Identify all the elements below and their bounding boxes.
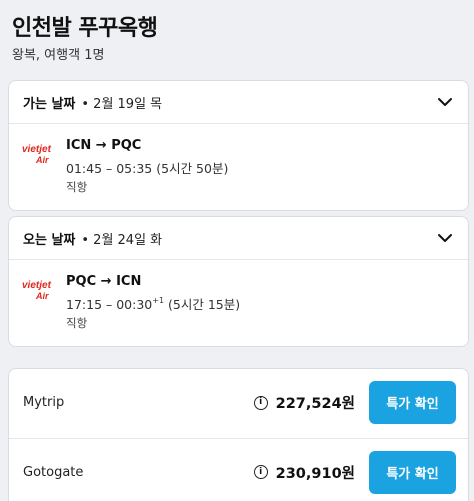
outbound-times: 01:45 – 05:35 (5시간 50분) [66, 161, 229, 176]
outbound-label: 가는 날짜 [23, 96, 76, 112]
svg-text:vietjet: vietjet [22, 280, 52, 291]
svg-text:Air: Air [35, 155, 49, 165]
offers-list: Mytrip i 227,524원 특가 확인 Gotogate i 230,9… [8, 368, 469, 501]
outbound-stops: 직항 [66, 180, 88, 194]
inbound-route: PQC → ICN [66, 274, 142, 289]
inbound-date: • 2월 24일 화 [81, 232, 163, 248]
info-icon[interactable]: i [253, 395, 268, 410]
inbound-label: 오는 날짜 [23, 232, 76, 248]
next-day-indicator: +1 [152, 296, 165, 305]
vietjet-logo-icon: vietjet Air [22, 144, 52, 165]
outbound-card: 가는 날짜 • 2월 19일 목 vietjet Air ICN → PQC 0… [8, 80, 469, 211]
info-icon[interactable]: i [253, 465, 268, 479]
outbound-header[interactable]: 가는 날짜 • 2월 19일 목 [9, 81, 468, 124]
view-deal-button[interactable]: 특가 확인 [369, 381, 456, 424]
offer-price: 230,910원 [275, 465, 355, 482]
flight-details-page: 인천발 푸꾸옥행 왕복, 여행객 1명 가는 날짜 • 2월 19일 목 vie… [0, 0, 474, 501]
svg-text:vietjet: vietjet [22, 144, 52, 155]
inbound-header[interactable]: 오는 날짜 • 2월 24일 화 [9, 217, 468, 260]
outbound-date: • 2월 19일 목 [81, 96, 163, 112]
offer-provider: Gotogate [23, 464, 84, 480]
chevron-down-icon[interactable] [436, 93, 454, 111]
outbound-route: ICN → PQC [66, 138, 142, 153]
inbound-times: 17:15 – 00:30+1 (5시간 15분) [66, 296, 241, 312]
page-title: 인천발 푸꾸옥행 [12, 16, 158, 41]
offer-row: Gotogate i 230,910원 특가 확인 [9, 438, 468, 501]
svg-text:Air: Air [35, 291, 49, 301]
view-deal-button[interactable]: 특가 확인 [369, 450, 456, 494]
chevron-down-icon[interactable] [436, 229, 454, 247]
outbound-flight[interactable]: vietjet Air ICN → PQC 01:45 – 05:35 (5시간… [9, 124, 468, 210]
inbound-card: 오는 날짜 • 2월 24일 화 vietjet Air PQC → ICN 1… [8, 216, 469, 347]
offer-provider: Mytrip [23, 395, 65, 410]
vietjet-logo-icon: vietjet Air [22, 280, 52, 301]
inbound-flight[interactable]: vietjet Air PQC → ICN 17:15 – 00:30+1 (5… [9, 260, 468, 346]
offer-row: Mytrip i 227,524원 특가 확인 [9, 369, 468, 436]
inbound-stops: 직항 [66, 316, 88, 330]
offer-price: 227,524원 [275, 396, 355, 412]
trip-summary: 왕복, 여행객 1명 [12, 48, 105, 63]
